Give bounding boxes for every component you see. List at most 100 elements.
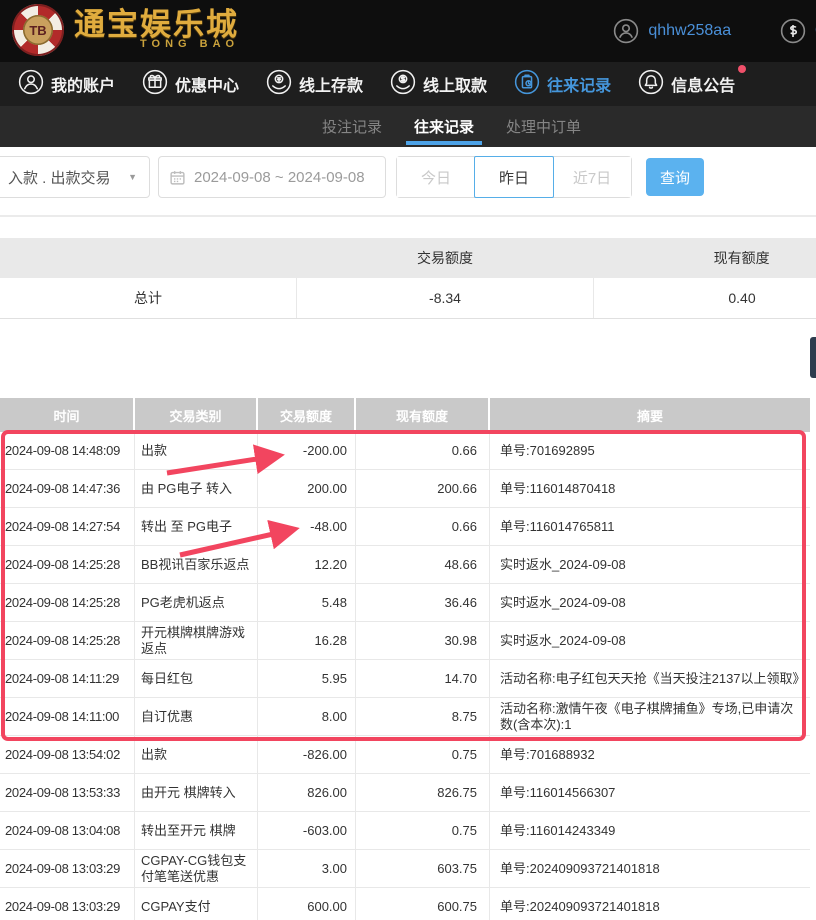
chevron-down-icon: ▼	[128, 172, 137, 182]
search-button[interactable]: 查询	[646, 158, 704, 196]
cell-time: 2024-09-08 13:53:33	[0, 774, 135, 811]
transactions-table: 时间 交易类别 交易额度 现有额度 摘要 2024-09-08 14:48:09…	[0, 398, 810, 920]
nav-item-label: 优惠中心	[175, 72, 239, 96]
cell-time: 2024-09-08 14:25:28	[0, 622, 135, 659]
notification-dot	[738, 65, 746, 73]
cell-balance: 0.75	[356, 812, 490, 849]
cell-time: 2024-09-08 14:48:09	[0, 432, 135, 469]
wallet-dollar-icon	[780, 18, 806, 44]
username-link[interactable]: qhhw258aa	[648, 22, 731, 40]
col-header-time: 时间	[0, 398, 135, 432]
cell-type: 转出 至 PG电子	[135, 508, 258, 545]
cell-balance: 30.98	[356, 622, 490, 659]
cell-balance: 603.75	[356, 850, 490, 887]
tab-2[interactable]: 往来记录	[412, 106, 476, 147]
cell-type: BB视讯百家乐返点	[135, 546, 258, 583]
nav-item-2[interactable]: 优惠中心	[142, 69, 239, 100]
table-row: 2024-09-08 14:11:29每日红包5.9514.70活动名称:电子红…	[0, 660, 810, 698]
records-icon	[514, 69, 540, 100]
nav-item-6[interactable]: 信息公告	[638, 69, 735, 100]
col-header-type: 交易类别	[135, 398, 258, 432]
quick-range-button-1[interactable]: 今日	[397, 157, 475, 197]
summary-table: 交易额度 现有额度 总计 -8.34 0.40	[0, 238, 816, 319]
date-range-input[interactable]: 2024-09-08 ~ 2024-09-08	[158, 156, 386, 198]
nav-item-1[interactable]: 我的账户	[18, 69, 115, 100]
table-row: 2024-09-08 14:48:09出款-200.000.66单号:70169…	[0, 432, 810, 470]
cell-balance: 0.75	[356, 736, 490, 773]
summary-total-row: 总计 -8.34 0.40	[0, 278, 816, 319]
cell-amount: 12.20	[258, 546, 356, 583]
table-row: 2024-09-08 14:25:28BB视讯百家乐返点12.2048.66实时…	[0, 546, 810, 584]
brand-text: 通宝娱乐城 TONG BAO	[74, 10, 239, 50]
nav-item-5[interactable]: 往来记录	[514, 69, 611, 100]
nav-item-4[interactable]: 线上取款	[390, 69, 487, 100]
sub-nav: 投注记录往来记录处理中订单	[0, 106, 816, 147]
cell-type: 开元棋牌棋牌游戏返点	[135, 622, 258, 659]
cell-type: 出款	[135, 432, 258, 469]
cell-time: 2024-09-08 13:04:08	[0, 812, 135, 849]
side-widget-tab[interactable]	[810, 337, 816, 378]
transaction-type-value: 入款 . 出款交易	[8, 167, 111, 188]
summary-header-balance: 现有额度	[593, 238, 816, 278]
table-row: 2024-09-08 14:11:00自订优惠8.008.75活动名称:激情午夜…	[0, 698, 810, 736]
cell-balance: 14.70	[356, 660, 490, 697]
divider	[0, 215, 816, 217]
cell-type: 由开元 棋牌转入	[135, 774, 258, 811]
cell-balance: 0.66	[356, 508, 490, 545]
cell-summary: 实时返水_2024-09-08	[490, 584, 810, 621]
brand-logo[interactable]: TB 通宝娱乐城 TONG BAO	[12, 4, 239, 56]
nav-item-label: 线上取款	[423, 72, 487, 96]
gift-icon	[142, 69, 168, 100]
table-row: 2024-09-08 13:03:29CGPAY-CG钱包支付笔笔送优惠3.00…	[0, 850, 810, 888]
bell-icon	[638, 69, 664, 100]
summary-header-row: 交易额度 现有额度	[0, 238, 816, 278]
cell-balance: 8.75	[356, 698, 490, 735]
cell-summary: 单号:202409093721401818	[490, 888, 810, 920]
table-row: 2024-09-08 13:53:33由开元 棋牌转入826.00826.75单…	[0, 774, 810, 812]
quick-range-group: 今日昨日近7日	[396, 156, 632, 198]
cell-summary: 实时返水_2024-09-08	[490, 622, 810, 659]
calendar-icon	[169, 169, 186, 186]
cell-summary: 实时返水_2024-09-08	[490, 546, 810, 583]
table-header-row: 时间 交易类别 交易额度 现有额度 摘要	[0, 398, 810, 432]
cell-time: 2024-09-08 13:03:29	[0, 888, 135, 920]
user-icon	[18, 69, 44, 100]
quick-range-button-2[interactable]: 昨日	[474, 156, 554, 198]
table-row: 2024-09-08 13:04:08转出至开元 棋牌-603.000.75单号…	[0, 812, 810, 850]
cell-summary: 活动名称:电子红包天天抢《当天投注2137以上领取》	[490, 660, 810, 697]
user-avatar-icon	[613, 18, 639, 44]
cell-summary: 单号:202409093721401818	[490, 850, 810, 887]
cell-time: 2024-09-08 14:25:28	[0, 546, 135, 583]
col-header-summary: 摘要	[490, 398, 810, 432]
cell-summary: 单号:116014765811	[490, 508, 810, 545]
cell-type: 转出至开元 棋牌	[135, 812, 258, 849]
cell-amount: 5.48	[258, 584, 356, 621]
table-row: 2024-09-08 14:25:28开元棋牌棋牌游戏返点16.2830.98实…	[0, 622, 810, 660]
cell-type: CGPAY支付	[135, 888, 258, 920]
cell-time: 2024-09-08 14:27:54	[0, 508, 135, 545]
table-row: 2024-09-08 14:47:36由 PG电子 转入200.00200.66…	[0, 470, 810, 508]
transaction-type-select[interactable]: 入款 . 出款交易 ▼	[0, 156, 150, 198]
summary-header-empty	[0, 238, 297, 278]
cell-time: 2024-09-08 13:03:29	[0, 850, 135, 887]
quick-range-button-3[interactable]: 近7日	[553, 157, 631, 197]
cell-type: 由 PG电子 转入	[135, 470, 258, 507]
tab-1[interactable]: 投注记录	[320, 106, 384, 147]
summary-total-balance: 0.40	[593, 278, 816, 318]
nav-item-label: 线上存款	[299, 72, 363, 96]
cell-time: 2024-09-08 14:47:36	[0, 470, 135, 507]
filter-bar: 入款 . 出款交易 ▼ 2024-09-08 ~ 2024-09-08 今日昨日…	[0, 147, 816, 238]
nav-item-3[interactable]: 线上存款	[266, 69, 363, 100]
nav-item-label: 我的账户	[51, 72, 115, 96]
cell-balance: 200.66	[356, 470, 490, 507]
table-row: 2024-09-08 13:54:02出款-826.000.75单号:70168…	[0, 736, 810, 774]
cell-amount: 8.00	[258, 698, 356, 735]
tab-3[interactable]: 处理中订单	[504, 106, 583, 147]
nav-item-label: 信息公告	[671, 72, 735, 96]
cell-amount: -48.00	[258, 508, 356, 545]
cell-summary: 单号:116014870418	[490, 470, 810, 507]
cell-balance: 36.46	[356, 584, 490, 621]
cell-amount: 5.95	[258, 660, 356, 697]
cell-amount: 826.00	[258, 774, 356, 811]
cell-summary: 单号:116014566307	[490, 774, 810, 811]
